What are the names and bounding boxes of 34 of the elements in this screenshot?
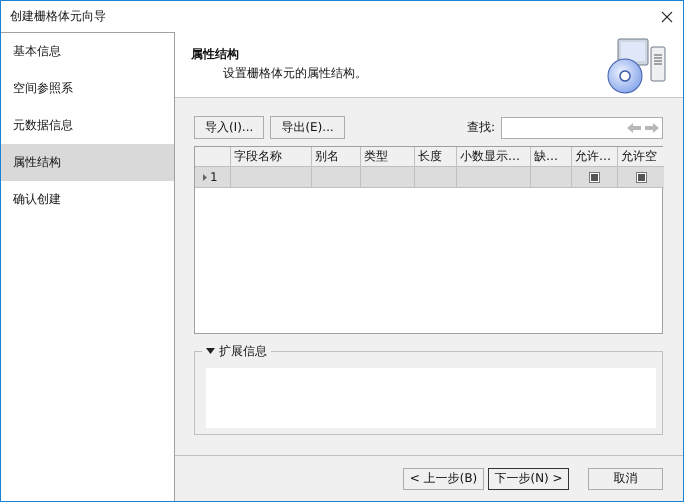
checkbox[interactable] xyxy=(589,172,600,182)
row-header[interactable]: 1 xyxy=(195,167,231,188)
sidebar-item[interactable]: 确认创建 xyxy=(1,181,174,218)
corner-header-cell xyxy=(195,147,231,167)
window-title: 创建栅格体元向导 xyxy=(10,8,106,25)
column-header[interactable]: 长度 xyxy=(415,147,457,167)
computer-disc-icon xyxy=(605,36,667,94)
section-title[interactable]: 扩展信息 xyxy=(219,342,267,360)
table-cell xyxy=(361,167,415,188)
table-cell xyxy=(415,167,457,188)
column-header[interactable]: 类型 xyxy=(361,147,415,167)
page-subtitle: 设置栅格体元的属性结构。 xyxy=(222,64,368,82)
column-header[interactable]: 允许… xyxy=(572,147,618,167)
page-title: 属性结构 xyxy=(191,46,240,62)
column-header[interactable]: 小数显示… xyxy=(457,147,531,167)
toolbar-button[interactable]: 导出(E)... xyxy=(270,116,345,139)
collapse-arrow-icon[interactable] xyxy=(206,348,215,354)
sidebar-item[interactable]: 空间参照系 xyxy=(1,70,174,107)
footer-button[interactable]: 下一步(N) > xyxy=(488,468,569,490)
footer-button[interactable]: 取消 xyxy=(588,468,663,490)
column-header[interactable]: 别名 xyxy=(312,147,361,167)
toolbar-button[interactable]: 导入(I)... xyxy=(194,116,264,139)
table-cell xyxy=(312,167,361,188)
column-header[interactable]: 字段名称 xyxy=(231,147,312,167)
search-label: 查找: xyxy=(466,119,495,136)
column-header[interactable]: 缺… xyxy=(531,147,572,167)
close-icon[interactable] xyxy=(661,10,673,22)
sidebar-item[interactable]: 元数据信息 xyxy=(1,107,174,144)
sidebar-item[interactable]: 基本信息 xyxy=(1,33,174,70)
footer-button[interactable]: < 上一步(B) xyxy=(403,468,484,490)
checkbox[interactable] xyxy=(636,172,646,182)
sidebar-item[interactable]: 属性结构 xyxy=(1,144,174,181)
row-number: 1 xyxy=(210,170,218,184)
column-header[interactable]: 允许空 xyxy=(618,147,664,167)
